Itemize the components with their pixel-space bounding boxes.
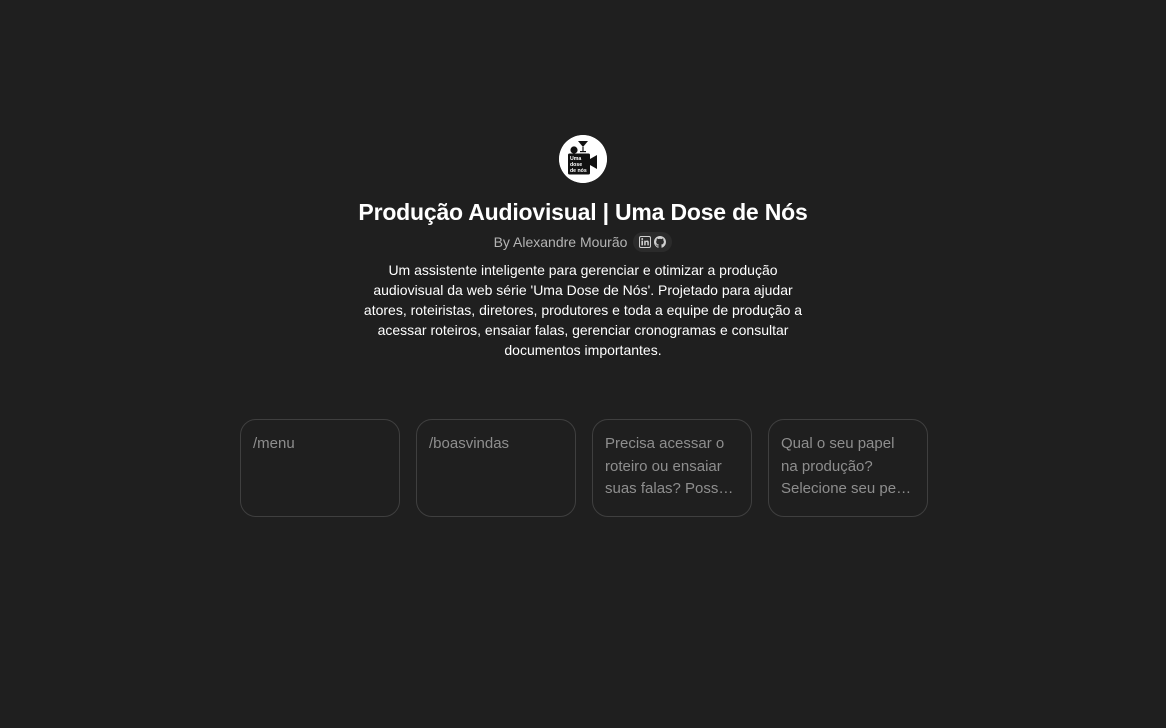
linkedin-link[interactable] <box>639 236 652 248</box>
starter-menu[interactable]: /menu <box>240 419 400 517</box>
starter-boasvindas[interactable]: /boasvindas <box>416 419 576 517</box>
uma-dose-de-nos-logo-icon: Uma dose de nós <box>559 135 607 183</box>
starter-text: Qual o seu papel na produção? Selecione … <box>781 435 912 497</box>
github-link[interactable] <box>654 236 667 248</box>
starter-text: /boasvindas <box>429 435 510 452</box>
gpt-profile: Uma dose de nós Produção Audiovisual | U… <box>0 135 1166 360</box>
starter-roteiro[interactable]: Precisa acessar o roteiro ou ensaiar sua… <box>592 419 752 517</box>
conversation-starters: /menu /boasvindas Precisa acessar o rote… <box>240 419 928 517</box>
author-name: By Alexandre Mourão <box>493 234 628 250</box>
gpt-title: Produção Audiovisual | Uma Dose de Nós <box>358 199 808 225</box>
gpt-description: Um assistente inteligente para gerenciar… <box>363 262 803 358</box>
github-icon <box>654 236 667 248</box>
starter-papel[interactable]: Qual o seu papel na produção? Selecione … <box>768 419 928 517</box>
author-byline: By Alexandre Mourão <box>494 232 673 252</box>
linkedin-icon <box>639 236 652 248</box>
starter-text: Precisa acessar o roteiro ou ensaiar sua… <box>605 435 727 497</box>
logo-line-3: de nós <box>570 168 587 174</box>
social-links <box>633 232 673 252</box>
starter-text: /menu <box>253 435 295 452</box>
gpt-avatar: Uma dose de nós <box>559 135 607 183</box>
